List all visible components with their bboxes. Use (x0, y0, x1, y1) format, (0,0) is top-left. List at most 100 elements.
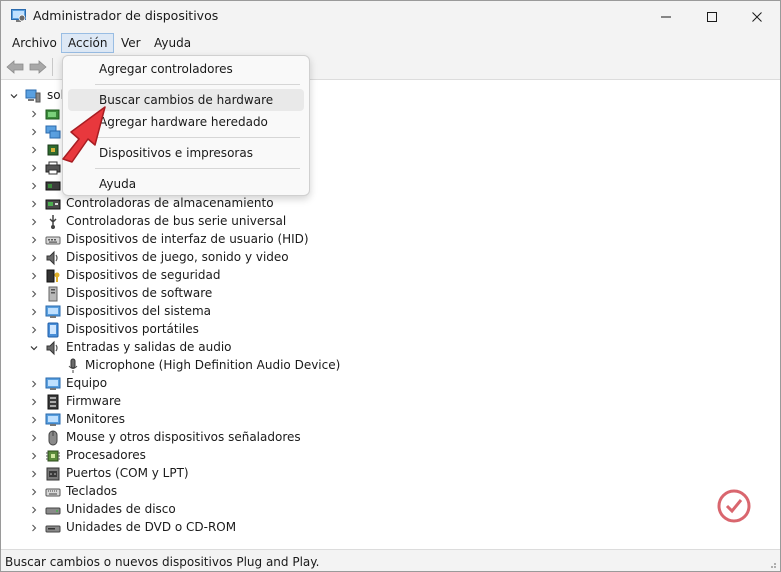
chevron-right-icon[interactable] (27, 485, 41, 499)
menu-ayuda[interactable]: Ayuda (148, 33, 197, 53)
tree-row-monitors[interactable]: Monitores (1, 411, 780, 429)
chevron-right-icon[interactable] (27, 179, 41, 193)
tree-row-processors[interactable]: Procesadores (1, 447, 780, 465)
controller-card-icon (45, 181, 61, 191)
computer-icon (25, 89, 41, 103)
tree-row-ports[interactable]: Puertos (COM y LPT) (1, 465, 780, 483)
chevron-right-icon[interactable] (27, 323, 41, 337)
tree-row-sound-video[interactable]: Dispositivos de juego, sonido y video (1, 249, 780, 267)
category-label: Dispositivos de software (66, 286, 213, 300)
category-label: Dispositivos de juego, sonido y video (66, 250, 289, 264)
menu-separator (95, 84, 300, 85)
tree-row-security[interactable]: Dispositivos de seguridad (1, 267, 780, 285)
category-label: Mouse y otros dispositivos señaladores (66, 430, 301, 444)
port-icon (46, 467, 60, 481)
chevron-down-icon[interactable] (7, 89, 21, 103)
forward-button[interactable] (28, 58, 48, 76)
category-label: Unidades de DVD o CD-ROM (66, 520, 237, 534)
tree-row-portable-devices[interactable]: Dispositivos portátiles (1, 321, 780, 339)
portable-device-icon (47, 322, 59, 338)
status-bar: Buscar cambios o nuevos dispositivos Plu… (1, 549, 780, 571)
firmware-chip-icon (47, 394, 59, 410)
category-label: Controladoras de almacenamiento (66, 196, 274, 210)
category-label: Equipo (66, 376, 108, 390)
chevron-right-icon[interactable] (27, 251, 41, 265)
chevron-right-icon[interactable] (27, 449, 41, 463)
menu-bar: Archivo Acción Ver Ayuda (1, 32, 780, 54)
chevron-right-icon[interactable] (27, 467, 41, 481)
disk-drive-icon (45, 507, 61, 515)
maximize-button[interactable] (689, 1, 735, 32)
dvd-drive-icon (45, 525, 61, 533)
menu-ver[interactable]: Ver (115, 33, 147, 53)
usb-icon (49, 215, 57, 229)
chevron-right-icon[interactable] (27, 521, 41, 535)
menu-separator (95, 168, 300, 169)
speaker-icon (46, 340, 58, 356)
chevron-right-icon[interactable] (27, 413, 41, 427)
device-label: Microphone (High Definition Audio Device… (85, 358, 341, 372)
processor-icon (46, 450, 60, 462)
category-label: Dispositivos portátiles (66, 322, 199, 336)
chevron-right-icon[interactable] (27, 287, 41, 301)
tree-row-firmware[interactable]: Firmware (1, 393, 780, 411)
chevron-right-icon[interactable] (27, 395, 41, 409)
hid-icon (45, 236, 61, 245)
category-label: Puertos (COM y LPT) (66, 466, 189, 480)
chevron-right-icon[interactable] (27, 503, 41, 517)
close-button[interactable] (734, 1, 780, 32)
tree-row-system-devices[interactable]: Dispositivos del sistema (1, 303, 780, 321)
chevron-right-icon[interactable] (27, 161, 41, 175)
back-arrow-icon (6, 60, 24, 74)
chevron-right-icon[interactable] (27, 125, 41, 139)
menu-accion[interactable]: Acción (61, 33, 115, 53)
category-label: Procesadores (66, 448, 146, 462)
chevron-right-icon[interactable] (27, 305, 41, 319)
tree-row-mouse[interactable]: Mouse y otros dispositivos señaladores (1, 429, 780, 447)
menu-archivo[interactable]: Archivo (6, 33, 63, 53)
category-label: Entradas y salidas de audio (66, 340, 232, 354)
software-device-icon (48, 286, 58, 302)
category-label: Teclados (66, 484, 118, 498)
tree-row-dvd-drives[interactable]: Unidades de DVD o CD-ROM (1, 519, 780, 537)
chevron-down-icon[interactable] (27, 341, 41, 355)
tree-row-software-devices[interactable]: Dispositivos de software (1, 285, 780, 303)
title-bar[interactable]: Administrador de dispositivos (1, 1, 780, 32)
menu-separator (95, 137, 300, 138)
category-label: Dispositivos del sistema (66, 304, 212, 318)
chevron-right-icon[interactable] (27, 431, 41, 445)
tree-row-hid[interactable]: Dispositivos de interfaz de usuario (HID… (1, 231, 780, 249)
category-label: Controladoras de bus serie universal (66, 214, 287, 228)
menu-item-agregar-controladores[interactable]: Agregar controladores (68, 58, 304, 80)
system-device-icon (45, 305, 61, 318)
minimize-icon (661, 16, 671, 17)
toolbar-separator (52, 58, 53, 76)
maximize-icon (707, 11, 717, 22)
category-label: Dispositivos de interfaz de usuario (HID… (66, 232, 309, 246)
monitor-icon (45, 377, 61, 390)
chevron-right-icon[interactable] (27, 197, 41, 211)
monitor-icon (45, 413, 61, 426)
tree-row-microphone[interactable]: Microphone (High Definition Audio Device… (1, 357, 780, 375)
tree-row-storage-controllers[interactable]: Controladoras de almacenamiento (1, 195, 780, 213)
storage-controller-icon (45, 199, 61, 210)
forward-arrow-icon (29, 60, 47, 74)
chevron-right-icon[interactable] (27, 233, 41, 247)
back-button[interactable] (5, 58, 25, 76)
minimize-button[interactable] (643, 1, 689, 32)
tree-row-disk-drives[interactable]: Unidades de disco (1, 501, 780, 519)
chevron-right-icon[interactable] (27, 143, 41, 157)
chevron-right-icon[interactable] (27, 107, 41, 121)
tree-row-usb-controllers[interactable]: Controladoras de bus serie universal (1, 213, 780, 231)
red-pointer-arrow-icon (62, 106, 106, 163)
chevron-right-icon[interactable] (27, 377, 41, 391)
menu-item-ayuda[interactable]: Ayuda (68, 173, 304, 195)
resize-grip-icon[interactable] (767, 559, 777, 569)
tree-row-computer[interactable]: Equipo (1, 375, 780, 393)
device-manager-window: Administrador de dispositivos Archivo Ac… (0, 0, 781, 572)
tree-row-audio-io[interactable]: Entradas y salidas de audio (1, 339, 780, 357)
mouse-icon (48, 430, 58, 446)
chevron-right-icon[interactable] (27, 215, 41, 229)
chevron-right-icon[interactable] (27, 269, 41, 283)
tree-row-keyboards[interactable]: Teclados (1, 483, 780, 501)
